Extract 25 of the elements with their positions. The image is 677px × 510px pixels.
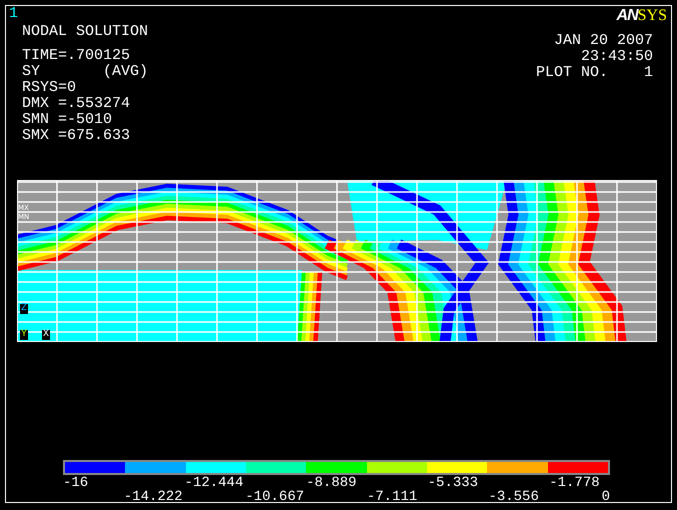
legend-label: -12.444 bbox=[184, 476, 244, 490]
info-line: TIME=.700125 bbox=[22, 48, 132, 64]
info-line: SMX =675.633 bbox=[22, 128, 132, 144]
legend-label: -1.778 bbox=[549, 476, 601, 490]
legend-label: -8.889 bbox=[306, 476, 358, 490]
info-line: SY (AVG) bbox=[22, 64, 148, 80]
info-line: SMN =-5010 bbox=[22, 112, 114, 128]
axis-label: Y bbox=[20, 330, 28, 340]
legend-label: -14.222 bbox=[124, 490, 184, 504]
legend-label: -3.556 bbox=[488, 490, 540, 504]
info-line: RSYS=0 bbox=[22, 80, 78, 96]
logo: ANSYS bbox=[616, 7, 667, 25]
axis-label: Z bbox=[20, 304, 28, 314]
legend-label: -5.333 bbox=[428, 476, 480, 490]
window-number: 1 bbox=[8, 6, 20, 22]
stamp-line: JAN 20 2007 bbox=[554, 33, 653, 49]
info-line: DMX =.553274 bbox=[22, 96, 132, 112]
axis-label: X bbox=[42, 330, 50, 340]
legend-label: -7.111 bbox=[366, 490, 418, 504]
legend-label: -10.667 bbox=[245, 490, 306, 504]
stamp-line: 23:43:50 bbox=[580, 49, 653, 65]
legend-label: 0 bbox=[602, 490, 610, 504]
stamp-line: PLOT NO. 1 bbox=[536, 65, 653, 81]
plot-title: NODAL SOLUTION bbox=[22, 24, 148, 40]
legend-label: -16 bbox=[63, 476, 90, 490]
